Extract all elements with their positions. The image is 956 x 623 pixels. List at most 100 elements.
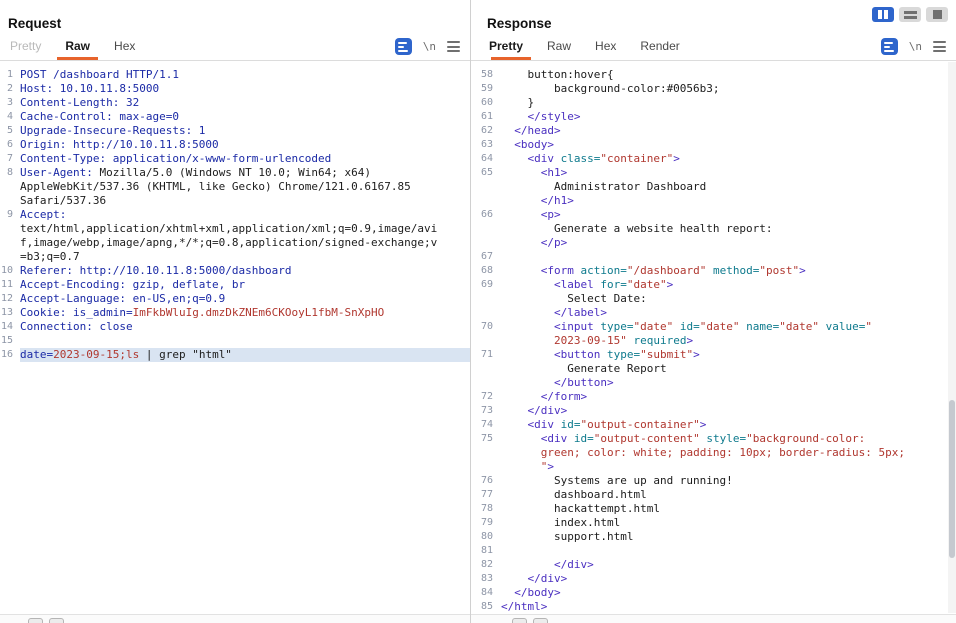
request-tabbar: Pretty Raw Hex \n (0, 33, 470, 61)
editor-menu-icon[interactable] (933, 41, 946, 52)
search-options-icon[interactable] (49, 618, 64, 623)
code-line[interactable]: 62 </head> (471, 124, 956, 138)
code-line[interactable]: 59 background-color:#0056b3; (471, 82, 956, 96)
code-line[interactable]: 82 </div> (471, 558, 956, 572)
code-line[interactable]: 7 Content-Type: application/x-www-form-ur… (0, 152, 470, 166)
code-line[interactable]: Generate Report (471, 362, 956, 376)
line-text: } (501, 96, 535, 109)
code-line[interactable]: AppleWebKit/537.36 (KHTML, like Gecko) C… (0, 180, 470, 194)
request-tab-pretty[interactable]: Pretty (8, 33, 53, 60)
line-number (0, 236, 13, 250)
request-editor-toolbar: \n (394, 38, 460, 55)
line-number: 63 (480, 139, 493, 150)
code-line[interactable]: 78 hackattempt.html (471, 502, 956, 516)
prettify-icon[interactable] (880, 38, 898, 55)
code-line[interactable]: text/html,application/xhtml+xml,applicat… (0, 222, 470, 236)
line-text: "> (540, 460, 554, 473)
newline-toggle-icon[interactable]: \n (423, 40, 436, 53)
request-tab-hex[interactable]: Hex (102, 33, 147, 60)
scrollbar-thumb[interactable] (949, 400, 955, 558)
line-number (471, 362, 493, 376)
code-line[interactable]: 8 User-Agent: Mozilla/5.0 (Windows NT 10.… (0, 166, 470, 180)
code-line[interactable]: Safari/537.36 (0, 194, 470, 208)
code-line[interactable]: 4 Cache-Control: max-age=0 (0, 110, 470, 124)
code-line[interactable]: 3 Content-Length: 32 (0, 96, 470, 110)
code-line[interactable]: 12 Accept-Language: en-US,en;q=0.9 (0, 292, 470, 306)
code-line[interactable]: 75 <div id="output-content" style="backg… (471, 432, 956, 446)
code-line[interactable]: 1 POST /dashboard HTTP/1.1 (0, 68, 470, 82)
code-line[interactable]: </label> (471, 306, 956, 320)
code-line[interactable]: 15 (0, 334, 470, 348)
code-line[interactable]: 2023-09-15" required> (471, 334, 956, 348)
line-text: Origin: http://10.10.11.8:5000 (20, 138, 219, 151)
line-number: 78 (480, 503, 493, 514)
code-line[interactable]: 10 Referer: http://10.10.11.8:5000/dashbo… (0, 264, 470, 278)
code-line[interactable]: 63 <body> (471, 138, 956, 152)
code-line[interactable]: 2 Host: 10.10.11.8:5000 (0, 82, 470, 96)
code-line[interactable]: Administrator Dashboard (471, 180, 956, 194)
code-line[interactable]: 80 support.html (471, 530, 956, 544)
search-icon[interactable] (28, 618, 43, 623)
layout-stacked-button[interactable] (899, 7, 921, 22)
code-line[interactable]: 61 </style> (471, 110, 956, 124)
line-number: 83 (480, 573, 493, 584)
code-line[interactable]: Select Date: (471, 292, 956, 306)
code-line[interactable]: 14 Connection: close (0, 320, 470, 334)
code-line[interactable]: Generate a website health report: (471, 222, 956, 236)
code-line[interactable]: 68 <form action="/dashboard" method="pos… (471, 264, 956, 278)
code-line[interactable]: 64 <div class="container"> (471, 152, 956, 166)
code-line[interactable]: 69 <label for="date"> (471, 278, 956, 292)
layout-side-by-side-button[interactable] (872, 7, 894, 22)
code-line[interactable]: </h1> (471, 194, 956, 208)
code-line[interactable]: 13 Cookie: is_admin=ImFkbWluIg.dmzDkZNEm6… (0, 306, 470, 320)
response-tab-render[interactable]: Render (628, 33, 691, 60)
code-line[interactable]: 83 </div> (471, 572, 956, 586)
code-line[interactable]: 11 Accept-Encoding: gzip, deflate, br (0, 278, 470, 292)
response-tab-hex[interactable]: Hex (583, 33, 628, 60)
code-line[interactable]: 66 <p> (471, 208, 956, 222)
request-editor[interactable]: 1 POST /dashboard HTTP/1.1 2 Host: 10.10.11… (0, 61, 470, 614)
code-line[interactable]: 81 (471, 544, 956, 558)
code-line[interactable]: 67 (471, 250, 956, 264)
request-tab-raw[interactable]: Raw (53, 33, 102, 60)
code-line[interactable]: 5 Upgrade-Insecure-Requests: 1 (0, 124, 470, 138)
code-line[interactable]: 85 </html> (471, 600, 956, 614)
code-line[interactable]: 9 Accept: (0, 208, 470, 222)
code-line[interactable]: 79 index.html (471, 516, 956, 530)
code-line[interactable]: 6 Origin: http://10.10.11.8:5000 (0, 138, 470, 152)
code-line[interactable]: 84 </body> (471, 586, 956, 600)
code-line[interactable]: </p> (471, 236, 956, 250)
editor-menu-icon[interactable] (447, 41, 460, 52)
code-line[interactable]: </button> (471, 376, 956, 390)
newline-toggle-icon[interactable]: \n (909, 40, 922, 53)
response-tab-raw[interactable]: Raw (535, 33, 583, 60)
layout-single-button[interactable] (926, 7, 948, 22)
line-number: 70 (480, 321, 493, 332)
code-line[interactable]: 65 <h1> (471, 166, 956, 180)
code-line[interactable]: 16 date=2023-09-15;ls | grep "html" (0, 348, 470, 362)
code-line[interactable]: green; color: white; padding: 10px; bord… (471, 446, 956, 460)
code-line[interactable]: f,image/webp,image/apng,*/*;q=0.8,applic… (0, 236, 470, 250)
response-editor[interactable]: 58 button:hover{59 background-color:#005… (471, 61, 956, 614)
vertical-scrollbar[interactable] (948, 62, 956, 613)
code-line[interactable]: 58 button:hover{ (471, 68, 956, 82)
line-text: Upgrade-Insecure-Requests: 1 (20, 124, 206, 137)
line-text: Cookie: is_admin=ImFkbWluIg.dmzDkZNEm6CK… (20, 306, 385, 319)
code-line[interactable]: 70 <input type="date" id="date" name="da… (471, 320, 956, 334)
code-line[interactable]: 76 Systems are up and running! (471, 474, 956, 488)
code-line[interactable]: 74 <div id="output-container"> (471, 418, 956, 432)
code-line[interactable]: 71 <button type="submit"> (471, 348, 956, 362)
search-icon[interactable] (512, 618, 527, 623)
code-line[interactable]: 77 dashboard.html (471, 488, 956, 502)
line-number: 59 (480, 83, 493, 94)
code-line[interactable]: 73 </div> (471, 404, 956, 418)
line-text: </body> (514, 586, 561, 599)
code-line[interactable]: 60 } (471, 96, 956, 110)
prettify-icon[interactable] (394, 38, 412, 55)
code-line[interactable]: "> (471, 460, 956, 474)
search-options-icon[interactable] (533, 618, 548, 623)
code-line[interactable]: 72 </form> (471, 390, 956, 404)
code-line[interactable]: =b3;q=0.7 (0, 250, 470, 264)
line-number: 1 (6, 69, 13, 80)
response-tab-pretty[interactable]: Pretty (487, 33, 535, 60)
